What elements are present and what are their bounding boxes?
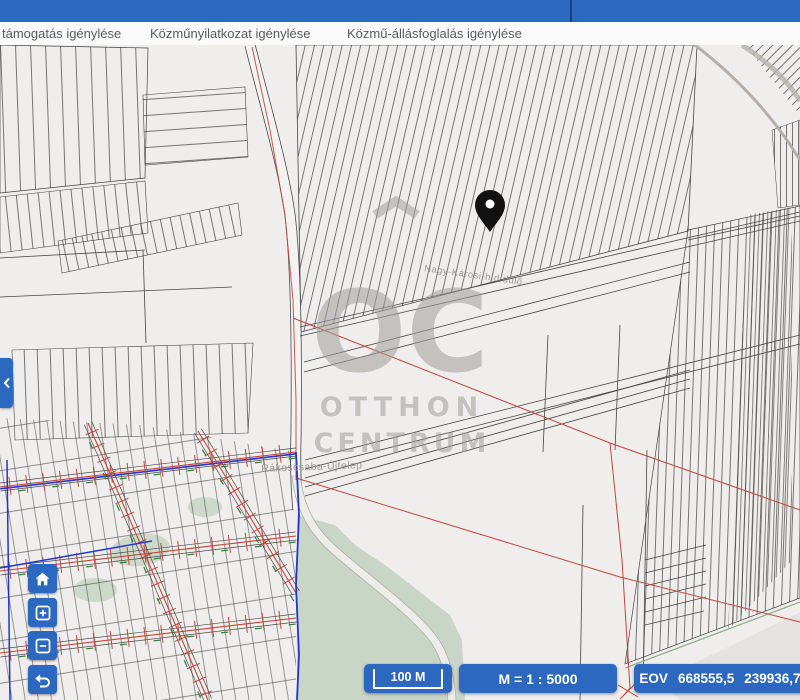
home-button[interactable]	[28, 564, 57, 593]
coordinate-y: 239936,7	[744, 671, 800, 686]
undo-arrow-icon	[34, 672, 51, 688]
top-bar	[0, 0, 800, 22]
app-window: támogatás igénylése Közműnyilatkozat igé…	[0, 0, 800, 700]
scale-bar: 100 M	[364, 664, 452, 693]
sidebar-collapse-button[interactable]	[0, 358, 13, 408]
watermark-centrum: CENTRUM	[314, 428, 491, 459]
map-canvas[interactable]: Nagy-Károsi-híd dűlő Rákoscsaba-Újtelep …	[0, 45, 800, 700]
watermark-oc: OC	[311, 268, 488, 398]
coordinate-system-label: EOV	[639, 671, 668, 686]
menu-bar: támogatás igénylése Közműnyilatkozat igé…	[0, 22, 800, 46]
coordinate-readout: EOV 668555,5 239936,7	[634, 664, 800, 693]
chevron-left-icon	[3, 377, 11, 389]
menu-item-kozmunyilatkozat[interactable]: Közműnyilatkozat igénylése	[150, 22, 310, 45]
square-minus-icon	[35, 638, 51, 654]
scale-bar-label: 100 M	[391, 670, 426, 684]
zoom-out-button[interactable]	[28, 631, 57, 660]
top-bar-divider	[570, 0, 572, 22]
home-icon	[34, 571, 51, 587]
zoom-in-button[interactable]	[28, 598, 57, 627]
undo-button[interactable]	[28, 665, 57, 694]
square-plus-icon	[35, 605, 51, 621]
map-scale-ratio: M = 1 : 5000	[459, 664, 617, 693]
menu-item-kozmu-allasfoglalas[interactable]: Közmű-állásfoglalás igénylése	[347, 22, 522, 45]
map-scale-ratio-label: M = 1 : 5000	[499, 671, 578, 687]
coordinate-x: 668555,5	[678, 671, 734, 686]
watermark-otthon: OTTHON	[320, 392, 485, 423]
menu-item-tamogatas[interactable]: támogatás igénylése	[2, 22, 121, 45]
